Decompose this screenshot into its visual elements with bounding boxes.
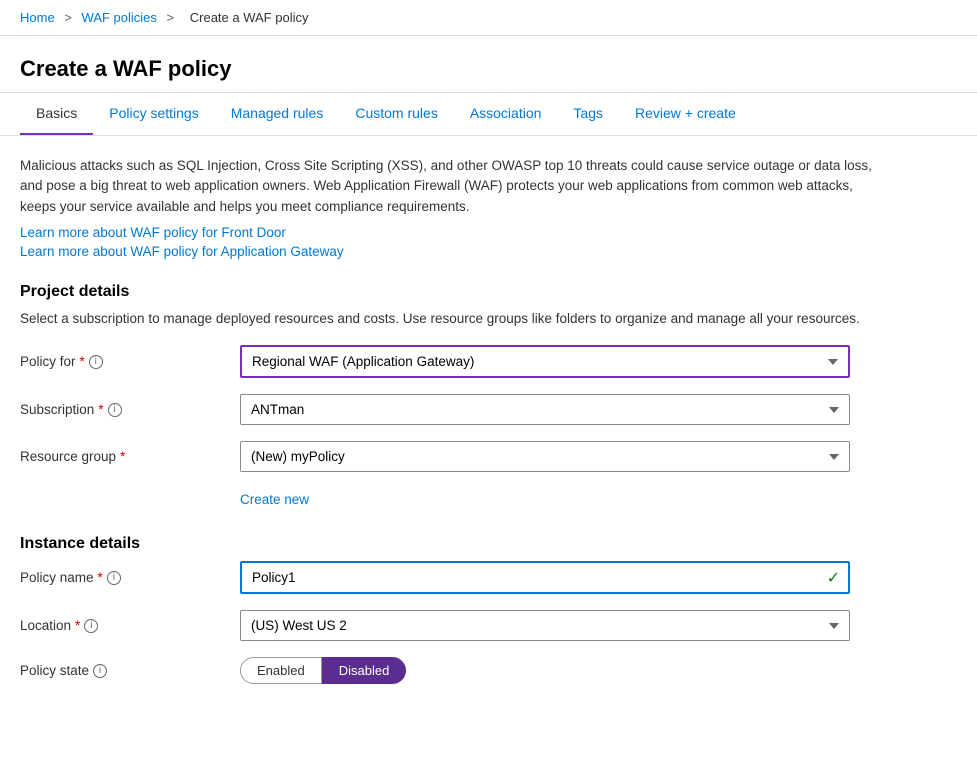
policy-name-row: Policy name * i ✓ [20,561,957,594]
description-text: Malicious attacks such as SQL Injection,… [20,156,880,217]
breadcrumb: Home > WAF policies > Create a WAF polic… [0,0,977,36]
tabs-container: Basics Policy settings Managed rules Cus… [0,93,977,136]
policy-name-input[interactable] [240,561,850,594]
resource-group-required: * [120,449,125,464]
policy-for-label: Policy for * i [20,354,240,369]
tab-managed-rules[interactable]: Managed rules [215,93,340,135]
tab-basics[interactable]: Basics [20,93,93,135]
page-container: Home > WAF policies > Create a WAF polic… [0,0,977,720]
location-info-icon[interactable]: i [84,619,98,633]
breadcrumb-sep-1: > [64,10,72,25]
resource-group-row: Resource group * (New) myPolicy [20,441,957,472]
policy-for-info-icon[interactable]: i [89,355,103,369]
toggle-enabled-button[interactable]: Enabled [240,657,322,684]
link-appgateway[interactable]: Learn more about WAF policy for Applicat… [20,244,957,259]
tab-policy-settings[interactable]: Policy settings [93,93,214,135]
page-title: Create a WAF policy [20,56,957,82]
resource-group-select[interactable]: (New) myPolicy [240,441,850,472]
content-area: Malicious attacks such as SQL Injection,… [0,136,977,720]
resource-group-control: (New) myPolicy [240,441,850,472]
tab-association[interactable]: Association [454,93,558,135]
policy-state-label: Policy state i [20,663,240,678]
project-details-title: Project details [20,283,957,301]
policy-for-required: * [80,354,85,369]
policy-name-info-icon[interactable]: i [107,571,121,585]
subscription-row: Subscription * i ANTman [20,394,957,425]
policy-for-select[interactable]: Regional WAF (Application Gateway) [240,345,850,378]
create-new-link[interactable]: Create new [240,492,309,507]
tab-custom-rules[interactable]: Custom rules [339,93,453,135]
policy-name-control: ✓ [240,561,850,594]
policy-for-control: Regional WAF (Application Gateway) [240,345,850,378]
subscription-control: ANTman [240,394,850,425]
location-select[interactable]: (US) West US 2 [240,610,850,641]
policy-state-row: Policy state i Enabled Disabled [20,657,957,684]
subscription-label: Subscription * i [20,402,240,417]
policy-name-label: Policy name * i [20,570,240,585]
resource-group-label: Resource group * [20,449,240,464]
toggle-disabled-button[interactable]: Disabled [322,657,407,684]
tabs-list: Basics Policy settings Managed rules Cus… [20,93,957,135]
policy-state-toggle: Enabled Disabled [240,657,406,684]
subscription-required: * [98,402,103,417]
breadcrumb-home[interactable]: Home [20,10,55,25]
subscription-select[interactable]: ANTman [240,394,850,425]
tab-review-create[interactable]: Review + create [619,93,752,135]
project-details-description: Select a subscription to manage deployed… [20,309,880,329]
location-row: Location * i (US) West US 2 [20,610,957,641]
policy-name-check-icon: ✓ [827,568,840,588]
policy-state-info-icon[interactable]: i [93,664,107,678]
location-control: (US) West US 2 [240,610,850,641]
page-header: Create a WAF policy [0,36,977,93]
instance-details-title: Instance details [20,535,957,553]
location-label: Location * i [20,618,240,633]
link-frontdoor[interactable]: Learn more about WAF policy for Front Do… [20,225,957,240]
policy-name-input-wrapper: ✓ [240,561,850,594]
tab-tags[interactable]: Tags [557,93,619,135]
location-required: * [75,618,80,633]
breadcrumb-sep-2: > [167,10,175,25]
policy-name-required: * [98,570,103,585]
breadcrumb-waf-policies[interactable]: WAF policies [82,10,157,25]
subscription-info-icon[interactable]: i [108,403,122,417]
policy-for-row: Policy for * i Regional WAF (Application… [20,345,957,378]
breadcrumb-current: Create a WAF policy [190,10,309,25]
